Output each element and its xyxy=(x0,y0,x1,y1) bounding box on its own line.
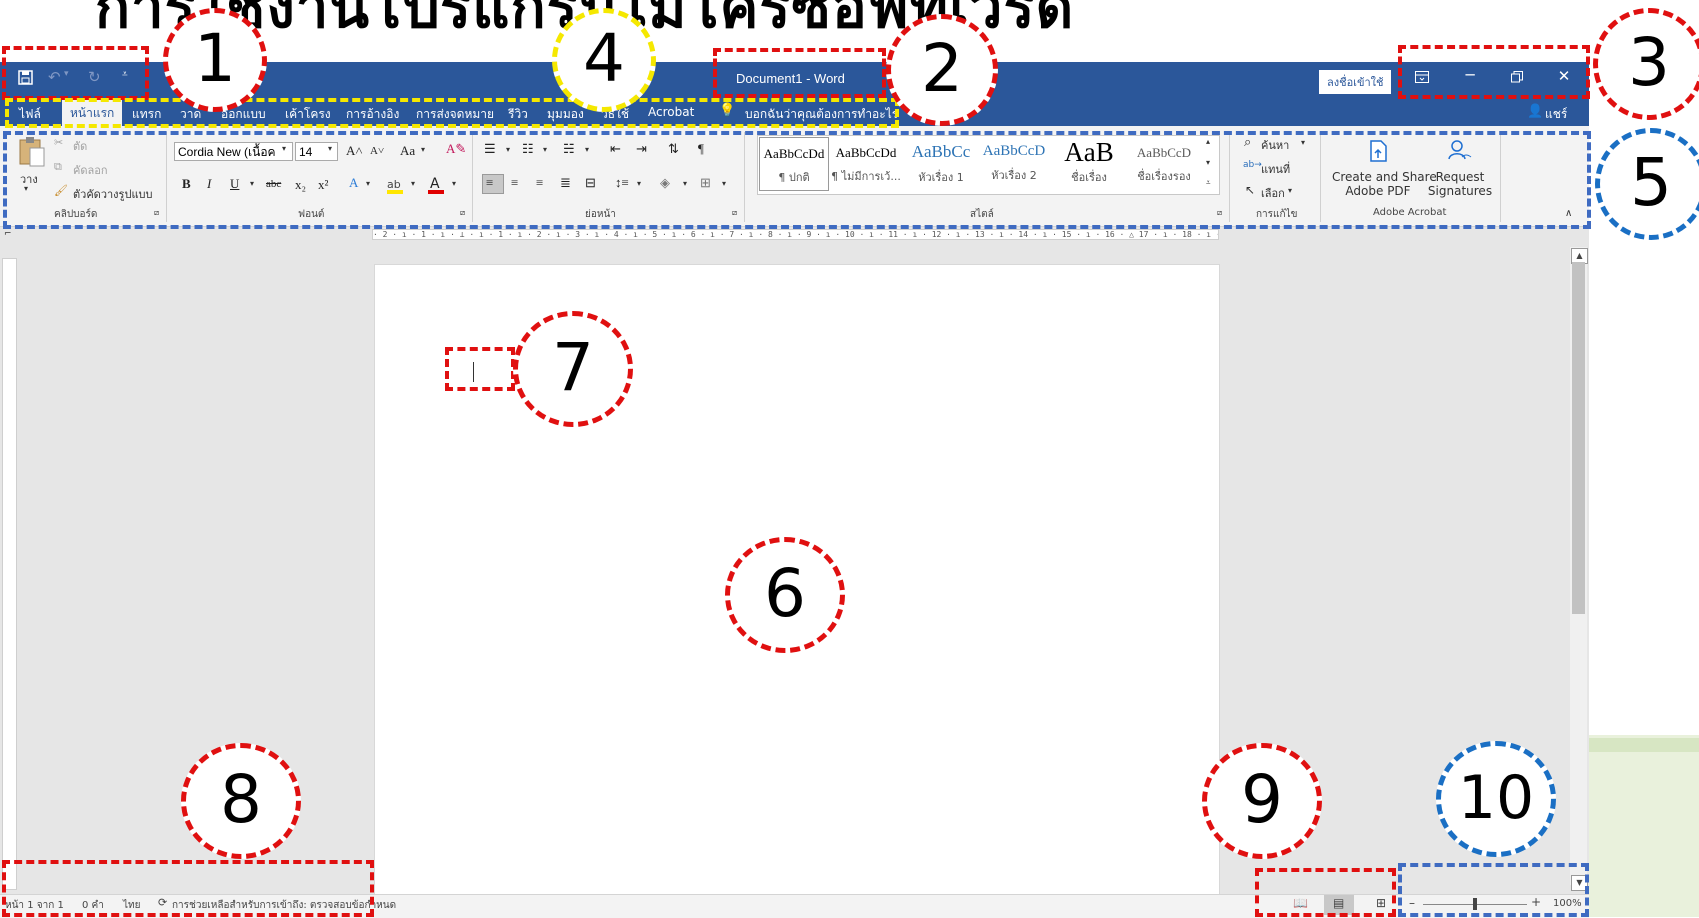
annotation-box-title xyxy=(713,48,886,98)
slide-background-green xyxy=(1589,735,1699,917)
horizontal-ruler[interactable]: · 2 · ı · 1 · ı · ⊥ · ı · 1 · ı · 2 · ı … xyxy=(372,229,1219,240)
annotation-box-cursor xyxy=(445,347,515,391)
signin-button[interactable]: ลงชื่อเข้าใช้ xyxy=(1319,70,1392,94)
annotation-number-9: 9 xyxy=(1202,743,1322,859)
slide-background-stripe xyxy=(1589,738,1699,752)
annotation-box-status xyxy=(2,860,374,917)
annotation-box-views xyxy=(1255,868,1396,917)
annotation-box-zoom xyxy=(1398,863,1589,917)
annotation-number-7: 7 xyxy=(513,311,633,427)
annotation-box-tabs xyxy=(5,98,899,128)
annotation-box-ribbon xyxy=(3,131,1591,229)
annotation-number-4: 4 xyxy=(552,8,656,112)
annotation-number-3: 3 xyxy=(1593,8,1699,120)
vertical-ruler[interactable] xyxy=(2,258,17,890)
annotation-box-window-controls xyxy=(1398,45,1590,99)
share-person-icon[interactable]: 👤 xyxy=(1527,104,1543,119)
share-button[interactable]: แชร์ xyxy=(1545,105,1567,124)
annotation-number-1: 1 xyxy=(163,8,267,112)
annotation-number-5: 5 xyxy=(1595,128,1699,240)
annotation-number-10: 10 xyxy=(1436,741,1556,857)
annotation-box-quick-access xyxy=(2,46,149,100)
annotation-number-2: 2 xyxy=(886,14,998,126)
annotation-number-8: 8 xyxy=(181,743,301,859)
scrollbar-thumb[interactable] xyxy=(1572,262,1585,614)
annotation-number-6: 6 xyxy=(725,537,845,653)
tab-selector-icon[interactable]: ⌐ xyxy=(4,229,12,239)
